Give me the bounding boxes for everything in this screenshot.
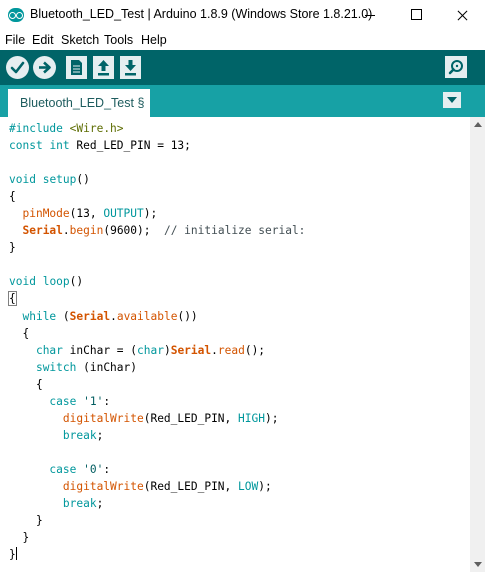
const-line: const int Red_LED_PIN = 13;	[9, 139, 191, 153]
close-button[interactable]	[439, 0, 485, 30]
verify-button[interactable]	[6, 56, 29, 79]
verify-icon	[10, 61, 25, 74]
window-title: Bluetooth_LED_Test | Arduino 1.8.9 (Wind…	[30, 7, 373, 21]
upload-button[interactable]	[33, 56, 56, 79]
code-text: #include <Wire.h> const int Red_LED_PIN …	[8, 120, 306, 563]
code-editor[interactable]: #include <Wire.h> const int Red_LED_PIN …	[0, 117, 470, 572]
arduino-logo-icon	[8, 8, 24, 22]
code-line: {	[9, 190, 16, 204]
toolbar	[0, 50, 485, 85]
maximize-button[interactable]	[393, 0, 439, 30]
code-line: {	[9, 377, 43, 391]
code-line: {	[9, 326, 30, 340]
title-bar: Bluetooth_LED_Test | Arduino 1.8.9 (Wind…	[0, 0, 485, 30]
menu-help[interactable]: Help	[141, 33, 167, 47]
code-line: void setup()	[9, 171, 305, 188]
code-line: const int Red_LED_PIN = 13;	[9, 137, 305, 154]
new-file-icon	[71, 60, 82, 75]
code-line: char inChar = (char)Serial.read();	[35, 343, 266, 357]
serial-monitor-icon	[448, 60, 463, 75]
setup-signature: void setup()	[9, 173, 90, 187]
code-line: #include <Wire.h>	[9, 120, 305, 137]
minimize-button[interactable]	[347, 0, 393, 30]
menu-bar: File Edit Sketch Tools Help	[0, 30, 485, 50]
scroll-up-button[interactable]	[470, 117, 485, 132]
scroll-down-button[interactable]	[470, 557, 485, 572]
vertical-scrollbar[interactable]	[470, 117, 485, 572]
open-button[interactable]	[93, 56, 114, 79]
code-line: case '1':	[49, 394, 111, 408]
code-line: Serial.begin(9600); // initialize serial…	[22, 224, 306, 238]
menu-file[interactable]: File	[5, 33, 25, 47]
serial-monitor-button[interactable]	[445, 56, 467, 78]
code-line: break;	[62, 497, 104, 511]
code-line: }	[9, 547, 17, 562]
code-line: switch (inChar)	[35, 360, 137, 374]
tab-menu-button[interactable]	[443, 92, 461, 108]
code-line: }	[9, 531, 30, 545]
include-line: #include <Wire.h>	[9, 122, 124, 135]
tab-label: Bluetooth_LED_Test §	[20, 96, 145, 110]
code-line: digitalWrite(Red_LED_PIN, HIGH);	[62, 411, 279, 425]
matched-bracket: {	[8, 291, 17, 307]
text-caret	[15, 547, 17, 561]
save-icon	[125, 60, 136, 76]
code-line: digitalWrite(Red_LED_PIN, LOW);	[62, 479, 272, 493]
code-line: break;	[62, 428, 104, 442]
new-button[interactable]	[66, 56, 87, 79]
code-line: case '0':	[49, 462, 111, 476]
tab-strip: Bluetooth_LED_Test §	[0, 85, 485, 117]
code-line: {	[8, 290, 305, 307]
loop-signature: void loop()	[9, 275, 84, 289]
open-icon	[98, 60, 109, 76]
code-line: }	[9, 241, 16, 255]
tab-bluetooth-led-test[interactable]: Bluetooth_LED_Test §	[8, 89, 150, 117]
code-line: }	[9, 514, 43, 528]
code-line: while (Serial.available())	[22, 309, 198, 323]
menu-edit[interactable]: Edit	[32, 33, 54, 47]
menu-sketch[interactable]: Sketch	[61, 33, 99, 47]
upload-arrow-icon	[39, 61, 51, 74]
menu-tools[interactable]: Tools	[104, 33, 133, 47]
save-button[interactable]	[120, 56, 141, 79]
code-line: pinMode(13, OUTPUT);	[22, 207, 158, 221]
code-line: void loop()	[9, 273, 305, 290]
